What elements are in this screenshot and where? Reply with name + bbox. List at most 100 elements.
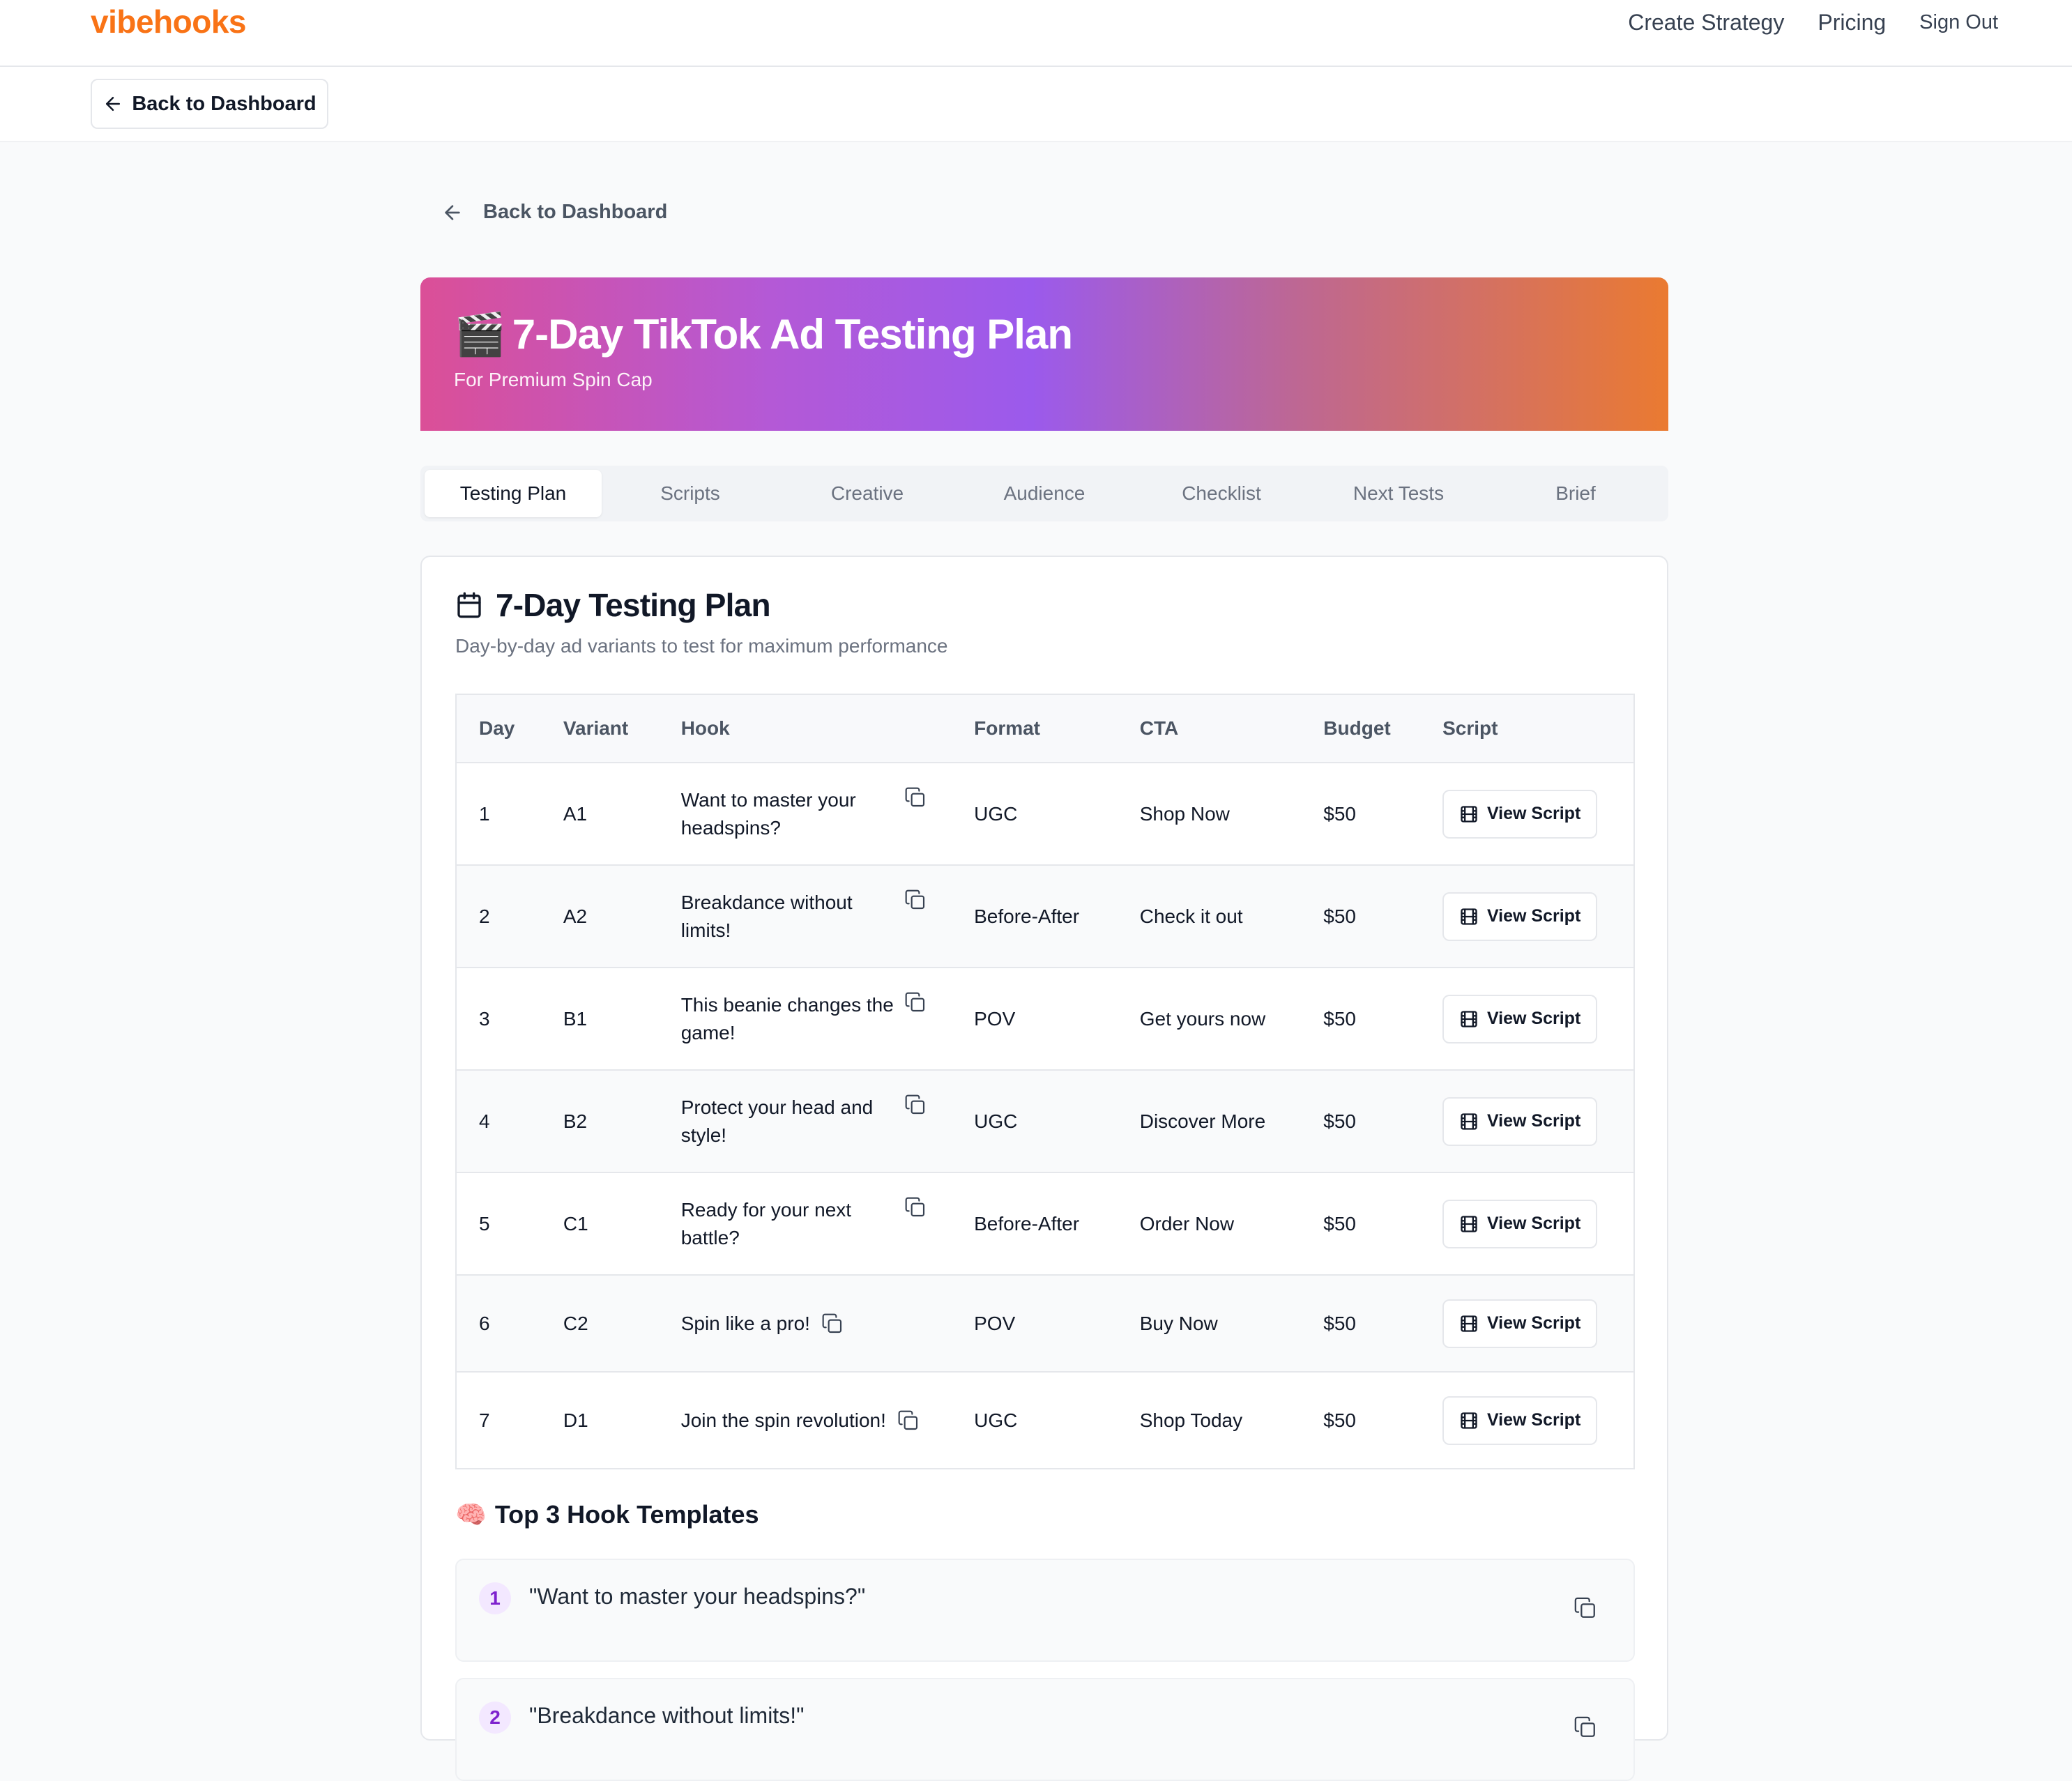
day-cell: 2 (456, 865, 541, 968)
nav-pricing[interactable]: Pricing (1818, 10, 1886, 36)
view-script-button[interactable]: View Script (1442, 1199, 1598, 1248)
table-row: 4 B2 Protect your head and style! UGC Di… (456, 1070, 1634, 1173)
budget-cell: $50 (1301, 1070, 1421, 1173)
hook-template-item: 1 "Want to master your headspins?" (455, 1559, 1635, 1662)
tab-testing-plan[interactable]: Testing Plan (425, 470, 602, 517)
copy-icon[interactable] (904, 889, 927, 911)
variant-cell: A2 (540, 865, 659, 968)
format-cell: POV (952, 1275, 1118, 1373)
hook-cell: Join the spin revolution! (659, 1372, 952, 1469)
card-title-text: 7-Day Testing Plan (496, 587, 771, 623)
hook-template-item: 2 "Breakdance without limits!" (455, 1678, 1635, 1781)
column-header: Day (456, 694, 541, 763)
hook-cell: Want to master your headspins? (658, 763, 952, 866)
format-cell: UGC (974, 1409, 1018, 1431)
hook-text: Want to master your headspins? (680, 788, 856, 839)
cta-cell: Buy Now (1117, 1275, 1302, 1373)
hook-cell: Protect your head and style! (658, 1070, 952, 1173)
budget-cell: $50 (1323, 1409, 1356, 1431)
variant-cell: A1 (540, 763, 659, 866)
budget-cell: $50 (1301, 763, 1421, 866)
copy-icon[interactable] (904, 991, 927, 1014)
cta-cell: Get yours now (1117, 968, 1302, 1071)
format-cell: Before-After (952, 1172, 1118, 1276)
table-header-row: Day Variant Hook Format CTA Budget Scrip… (456, 694, 1634, 763)
copy-icon[interactable] (897, 1409, 920, 1432)
view-script-label: View Script (1486, 1313, 1581, 1333)
tab-creative[interactable]: Creative (779, 470, 956, 517)
hook-text: Breakdance without limits! (680, 891, 853, 941)
template-number: 1 (479, 1582, 511, 1614)
tab-checklist[interactable]: Checklist (1133, 470, 1310, 517)
format-cell: UGC (952, 1070, 1118, 1173)
testing-plan-table: Day Variant Hook Format CTA Budget Scrip… (455, 694, 1635, 1469)
hero-subtitle: For Premium Spin Cap (454, 369, 653, 390)
copy-icon[interactable] (821, 1313, 844, 1335)
table-row: 7 D1 Join the spin revolution! UGC Shop … (456, 1372, 1634, 1469)
hero-title: 🎬 7-Day TikTok Ad Testing Plan (454, 309, 1668, 359)
arrow-left-icon (445, 204, 460, 220)
column-header: CTA (1117, 694, 1302, 763)
hook-templates-title: 🧠 Top 3 Hook Templates (455, 1500, 759, 1529)
format-cell: POV (952, 968, 1118, 1071)
column-header: Format (952, 694, 1118, 763)
format-cell: UGC (952, 763, 1118, 866)
view-script-button[interactable]: View Script (1442, 1299, 1598, 1348)
view-script-button[interactable]: View Script (1442, 789, 1598, 839)
hook-templates-title-text: Top 3 Hook Templates (494, 1500, 759, 1529)
back-link-label: Back to Dashboard (483, 201, 668, 223)
column-header: Hook (658, 694, 952, 763)
copy-icon[interactable] (1574, 1715, 1597, 1739)
card-subtitle: Day-by-day ad variants to test for maxim… (455, 635, 948, 657)
card-title: 7-Day Testing Plan (455, 586, 771, 624)
film-icon (1461, 1412, 1477, 1429)
tab-scripts[interactable]: Scripts (602, 470, 779, 517)
copy-icon[interactable] (1574, 1596, 1597, 1620)
view-script-label: View Script (1486, 804, 1581, 823)
script-cell: View Script (1420, 1372, 1634, 1469)
back-to-dashboard-button[interactable]: Back to Dashboard (91, 79, 328, 129)
template-number: 2 (479, 1702, 511, 1734)
column-header: Variant (540, 694, 659, 763)
table-row: 1 A1 Want to master your headspins? UGC … (456, 763, 1634, 866)
view-script-button[interactable]: View Script (1442, 892, 1598, 941)
column-header: Budget (1301, 694, 1421, 763)
copy-icon[interactable] (904, 786, 927, 809)
table-row: 6 C2 Spin like a pro! POV Buy Now $50 Vi… (456, 1275, 1634, 1373)
format-cell: Before-After (952, 865, 1118, 968)
view-script-label: View Script (1486, 1111, 1581, 1131)
day-cell: 6 (456, 1275, 541, 1373)
back-to-dashboard-label: Back to Dashboard (132, 92, 317, 115)
hook-cell: This beanie changes the game! (658, 968, 952, 1071)
film-icon (1461, 805, 1477, 823)
cta-cell: Shop Today (1139, 1409, 1243, 1431)
variant-cell: B2 (540, 1070, 659, 1173)
hook-text: Protect your head and style! (680, 1096, 874, 1146)
copy-icon[interactable] (904, 1196, 927, 1218)
nav-sign-out[interactable]: Sign Out (1919, 11, 1998, 34)
column-header: Script (1420, 694, 1634, 763)
view-script-button[interactable]: View Script (1442, 1396, 1598, 1445)
back-to-dashboard-link[interactable]: Back to Dashboard (441, 201, 667, 224)
view-script-button[interactable]: View Script (1442, 1096, 1598, 1146)
table-row: 2 A2 Breakdance without limits! Before-A… (456, 865, 1634, 968)
budget-cell: $50 (1301, 865, 1421, 968)
tab-next-tests[interactable]: Next Tests (1310, 470, 1487, 517)
script-cell: View Script (1420, 1070, 1634, 1173)
variant-cell: C2 (540, 1275, 659, 1373)
cta-cell: Order Now (1117, 1172, 1302, 1276)
film-icon (1461, 1315, 1477, 1332)
logo[interactable]: vibehooks (91, 3, 247, 40)
day-cell: 4 (456, 1070, 541, 1173)
film-icon (1461, 1113, 1477, 1130)
copy-icon[interactable] (904, 1094, 927, 1116)
script-cell: View Script (1420, 865, 1634, 968)
view-script-button[interactable]: View Script (1442, 994, 1598, 1044)
hook-text: Spin like a pro! (680, 1312, 810, 1334)
nav-create-strategy[interactable]: Create Strategy (1628, 10, 1784, 36)
script-cell: View Script (1420, 1172, 1634, 1276)
tab-brief[interactable]: Brief (1487, 470, 1664, 517)
table-row: 5 C1 Ready for your next battle? Before-… (456, 1172, 1634, 1276)
day-cell: 3 (456, 968, 541, 1071)
tab-audience[interactable]: Audience (956, 470, 1133, 517)
